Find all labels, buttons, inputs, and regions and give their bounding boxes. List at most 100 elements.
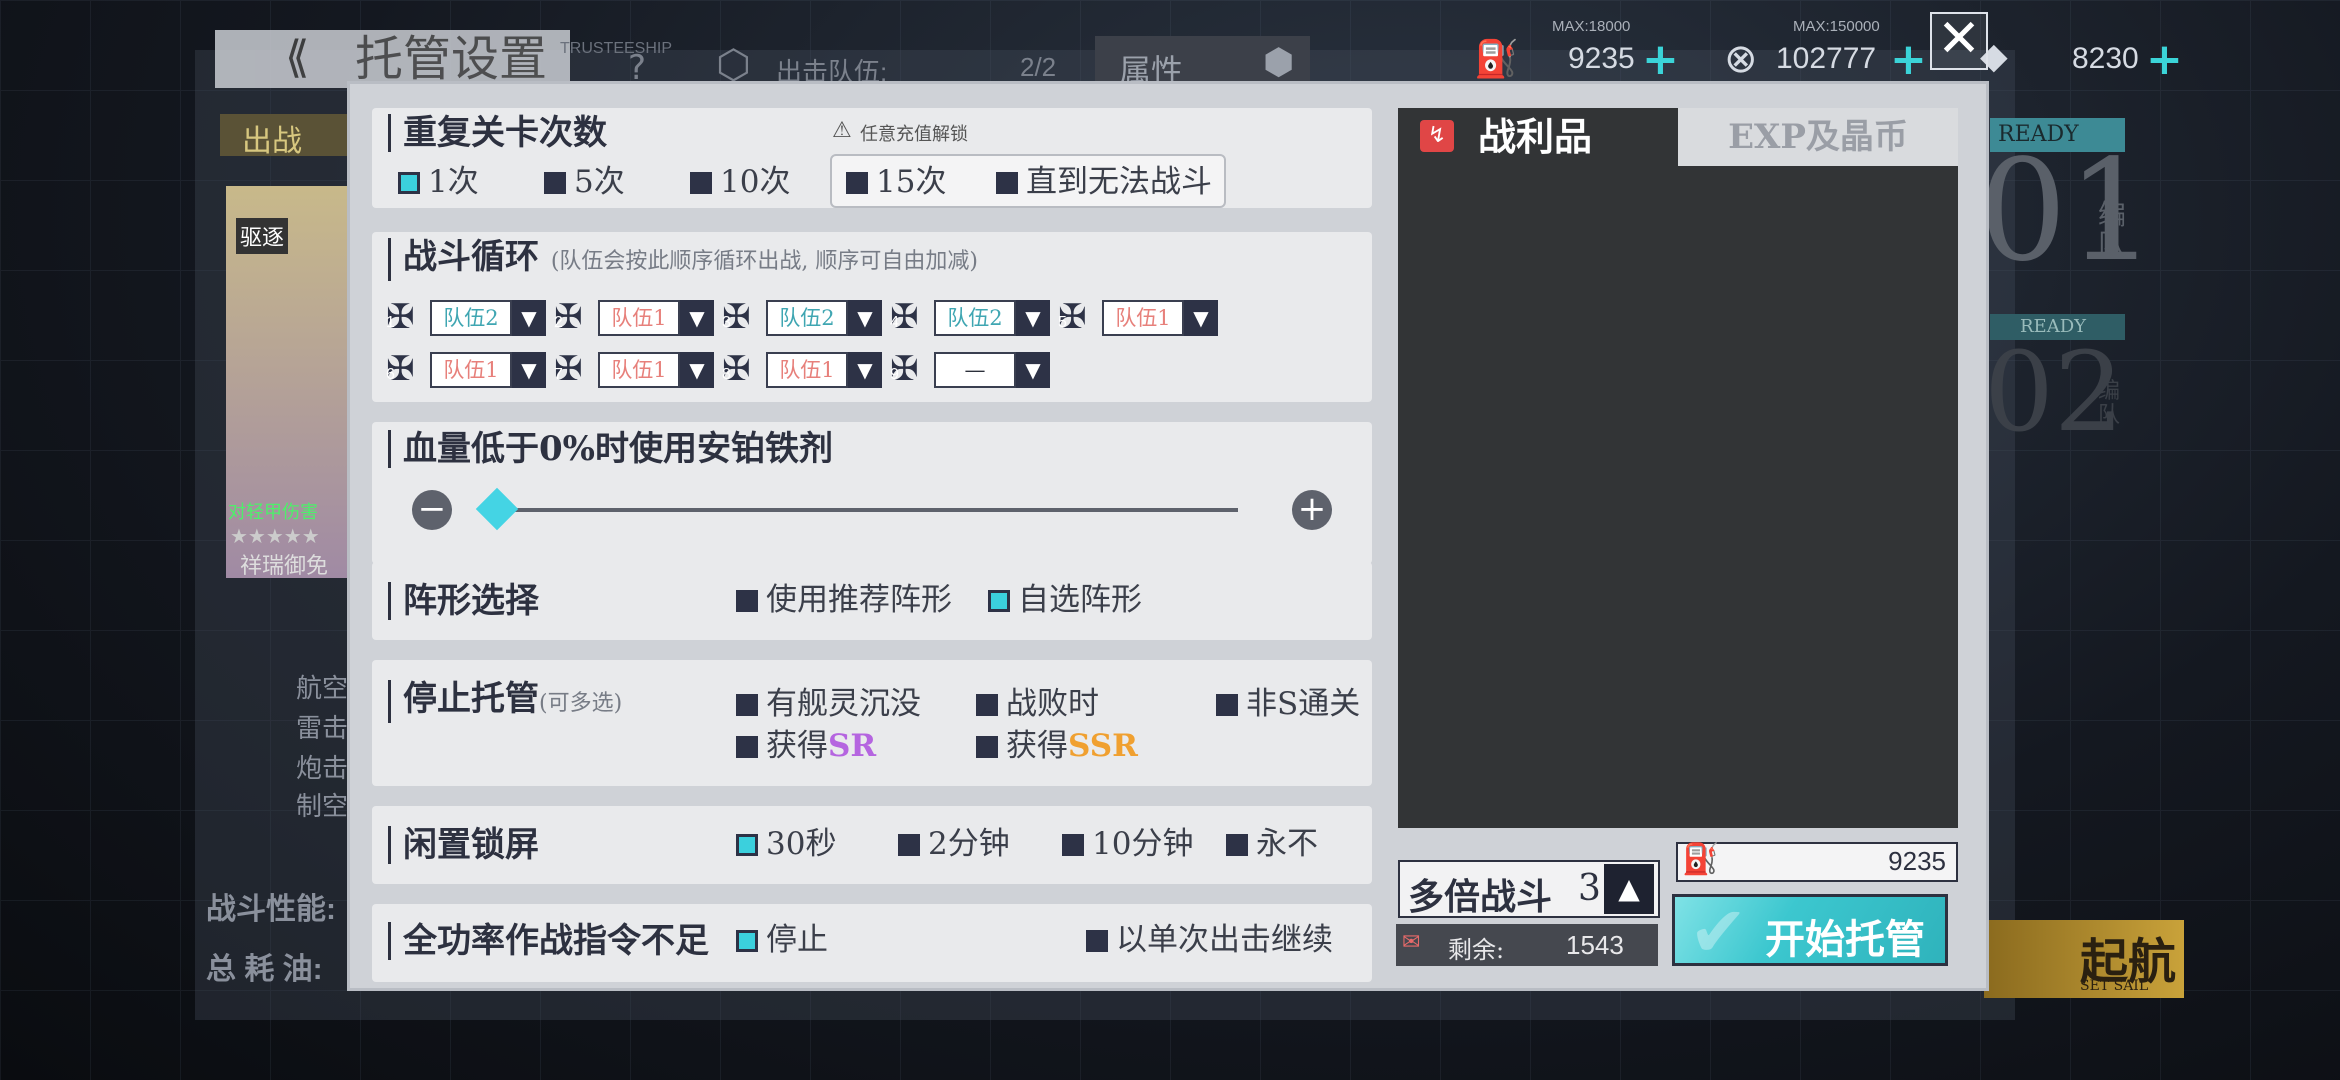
- tab-loot-label: 战利品: [1478, 114, 1593, 159]
- full-power-continue-label: 以单次出击继续: [1116, 922, 1333, 958]
- dropdown-arrow-icon[interactable]: ▼: [1016, 352, 1050, 388]
- idle-never-label: 永不: [1256, 826, 1318, 862]
- dropdown-arrow-icon[interactable]: ▼: [680, 352, 714, 388]
- help-icon[interactable]: ?: [628, 48, 646, 88]
- close-icon: ✕: [1937, 9, 1981, 69]
- stat-torpedo: 雷击: [296, 713, 349, 743]
- full-power-continue-option[interactable]: 以单次出击继续: [1086, 922, 1333, 958]
- full-power-stop-label: 停止: [766, 922, 828, 958]
- set-sail-en: SET SAIL: [2080, 978, 2149, 994]
- repeat-option-10-label: 10次: [720, 164, 791, 200]
- cycle-slot-team[interactable]: 队伍2: [766, 300, 848, 336]
- battle-cycle-title: 战斗循环 (队伍会按此顺序循环出战, 顺序可自由加减): [388, 238, 978, 281]
- oil-cost-icon: ⛽: [1682, 842, 1720, 877]
- oil-icon: ⛽: [1474, 39, 1519, 80]
- stop-on-ssr-option[interactable]: 获得SSR: [976, 728, 1138, 764]
- checkbox: [976, 694, 998, 716]
- stop-on-sink-label: 有舰灵沉没: [766, 686, 921, 722]
- repeat-option-5[interactable]: 5次: [544, 164, 625, 200]
- character-card[interactable]: 驱逐 对轻甲伤害 ★★★★★ 祥瑞御免: [226, 186, 350, 578]
- set-sail-button[interactable]: 起航 SET SAIL: [1984, 920, 2184, 998]
- checkbox: [690, 172, 712, 194]
- cycle-slot-team[interactable]: —: [934, 352, 1016, 388]
- add-diamond-button[interactable]: +: [2146, 38, 2183, 82]
- remaining-bar: ✉ 剩余: 1543: [1396, 924, 1658, 966]
- close-button[interactable]: ✕: [1930, 12, 1988, 70]
- add-oil-button[interactable]: +: [1642, 38, 1679, 82]
- dropdown-arrow-icon[interactable]: ▼: [512, 300, 546, 336]
- dropdown-arrow-icon[interactable]: ▼: [1016, 300, 1050, 336]
- idle-30s-option[interactable]: 30秒: [736, 826, 836, 862]
- formation-custom-option[interactable]: 自选阵形: [988, 582, 1142, 618]
- stop-on-sink-option[interactable]: 有舰灵沉没: [736, 686, 921, 722]
- cycle-slot-team[interactable]: 队伍1: [1102, 300, 1184, 336]
- fleet-number-1: 01: [1978, 130, 2157, 293]
- formation-recommended-option[interactable]: 使用推荐阵形: [736, 582, 952, 618]
- sortie-team-count: 2/2: [1020, 52, 1057, 82]
- checkbox-checked: [736, 834, 758, 856]
- stop-on-ssr-prefix: 获得: [1006, 728, 1068, 764]
- lock-warning-icon: ⚠: [832, 118, 852, 143]
- stop-on-non-s-option[interactable]: 非S通关: [1216, 686, 1360, 722]
- stop-on-defeat-option[interactable]: 战败时: [976, 686, 1099, 722]
- remaining-value: 1543: [1566, 930, 1624, 960]
- plus-icon: +: [1297, 489, 1327, 529]
- start-trusteeship-button[interactable]: ✔ 开始托管: [1672, 891, 1948, 973]
- full-power-card: 全功率作战指令不足 停止 以单次出击继续: [372, 904, 1372, 982]
- cycle-slot-number: 9: [890, 366, 899, 383]
- repeat-option-10[interactable]: 10次: [690, 164, 790, 200]
- hp-increase-button[interactable]: +: [1292, 490, 1332, 530]
- start-button-check-icon: ✔: [1689, 891, 1748, 973]
- full-power-stop-option[interactable]: 停止: [736, 922, 828, 958]
- idle-never-option[interactable]: 永不: [1226, 826, 1318, 862]
- multi-battle-up-button[interactable]: ▲: [1604, 864, 1654, 914]
- tab-exp-and-coins[interactable]: EXP及晶币: [1678, 108, 1958, 166]
- idle-10m-option[interactable]: 10分钟: [1062, 826, 1193, 862]
- battle-cycle-hint: (队伍会按此顺序循环出战, 顺序可自由加减): [550, 249, 978, 274]
- stat-aa: 制空: [296, 791, 349, 821]
- multi-battle-control: 多倍战斗 3 ▲: [1398, 860, 1660, 918]
- cycle-slot-team[interactable]: 队伍2: [430, 300, 512, 336]
- back-button[interactable]: ⟪ 托管设置: [215, 30, 570, 88]
- add-coin-button[interactable]: +: [1890, 38, 1927, 82]
- checkbox-checked: [398, 172, 420, 194]
- back-arrow-icon: ⟪: [285, 32, 310, 83]
- sortie-tab[interactable]: 出战: [220, 114, 350, 159]
- character-name: 祥瑞御免: [240, 553, 329, 578]
- battle-cycle-title-text: 战斗循环: [403, 237, 539, 277]
- cycle-slot-number: 1: [386, 314, 395, 331]
- idle-lock-title: 闲置锁屏: [388, 826, 539, 864]
- back-title: 托管设置: [355, 31, 548, 87]
- checkbox: [1086, 930, 1108, 952]
- idle-2m-option[interactable]: 2分钟: [898, 826, 1010, 862]
- dropdown-arrow-icon[interactable]: ▼: [680, 300, 714, 336]
- cycle-slot-number: 8: [722, 366, 731, 383]
- checkbox-checked: [736, 930, 758, 952]
- stat-air: 航空: [296, 673, 349, 703]
- repeat-option-1[interactable]: 1次: [398, 164, 479, 200]
- checkbox: [1216, 694, 1238, 716]
- repeat-option-until-unable-label: 直到无法战斗: [1026, 164, 1212, 200]
- cycle-slot-team[interactable]: 队伍2: [934, 300, 1016, 336]
- hp-slider-track[interactable]: [488, 508, 1238, 512]
- oil-cost-value: 9235: [1888, 846, 1946, 876]
- attribute-sort-button[interactable]: 属性 ⬢: [1095, 36, 1310, 90]
- cycle-slot-team[interactable]: 队伍1: [766, 352, 848, 388]
- cycle-slot-team[interactable]: 队伍1: [430, 352, 512, 388]
- checkbox: [1062, 834, 1084, 856]
- idle-30s-label: 30秒: [766, 826, 837, 862]
- stop-on-sr-option[interactable]: 获得SR: [736, 728, 876, 764]
- repeat-option-15[interactable]: 15次: [846, 164, 946, 200]
- repeat-option-until-unable[interactable]: 直到无法战斗: [996, 164, 1212, 200]
- dropdown-arrow-icon[interactable]: ▼: [512, 352, 546, 388]
- idle-lock-card: 闲置锁屏 30秒 2分钟 10分钟 永不: [372, 806, 1372, 884]
- hp-slider-thumb[interactable]: [475, 487, 519, 531]
- dropdown-arrow-icon[interactable]: ▼: [848, 300, 882, 336]
- repeat-option-5-label: 5次: [574, 164, 625, 200]
- hp-decrease-button[interactable]: −: [412, 490, 452, 530]
- dropdown-arrow-icon[interactable]: ▼: [1184, 300, 1218, 336]
- stop-title: 停止托管(可多选): [388, 680, 622, 723]
- cycle-slot-team[interactable]: 队伍1: [598, 300, 680, 336]
- cycle-slot-team[interactable]: 队伍1: [598, 352, 680, 388]
- dropdown-arrow-icon[interactable]: ▼: [848, 352, 882, 388]
